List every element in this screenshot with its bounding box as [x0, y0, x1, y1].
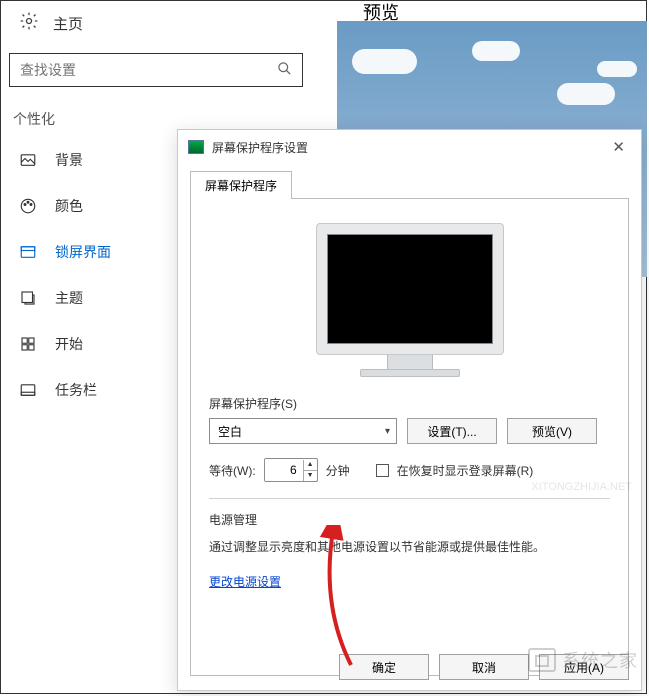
screensaver-label: 屏幕保护程序(S): [209, 395, 610, 412]
tab-screensaver[interactable]: 屏幕保护程序: [190, 171, 292, 199]
palette-icon: [19, 197, 37, 215]
chevron-down-icon: ▾: [385, 426, 390, 437]
divider: [209, 498, 610, 499]
taskbar-icon: [19, 381, 37, 399]
dialog-title: 屏幕保护程序设置: [212, 139, 598, 156]
dialog-titlebar: 屏幕保护程序设置 ✕: [178, 130, 641, 164]
settings-button[interactable]: 设置(T)...: [407, 418, 497, 444]
lockscreen-icon: [19, 243, 37, 261]
app-icon: [188, 140, 204, 154]
monitor-preview: [316, 223, 504, 377]
watermark: 系统之家: [528, 647, 638, 673]
resume-checkbox[interactable]: [376, 464, 389, 477]
wait-unit: 分钟: [326, 462, 350, 479]
watermark-logo-icon: [528, 648, 556, 672]
image-icon: [19, 151, 37, 169]
nav-label: 背景: [55, 150, 83, 170]
home-nav[interactable]: 主页: [1, 1, 311, 45]
nav-label: 开始: [55, 334, 83, 354]
close-button[interactable]: ✕: [606, 138, 631, 156]
cancel-button[interactable]: 取消: [439, 654, 529, 680]
home-label: 主页: [53, 13, 83, 34]
dropdown-value: 空白: [218, 423, 242, 440]
gear-icon: [19, 11, 39, 35]
nav-label: 锁屏界面: [55, 242, 111, 262]
search-icon: [277, 61, 292, 79]
wait-label: 等待(W):: [209, 462, 256, 479]
tab-content: 屏幕保护程序(S) 空白 ▾ 设置(T)... 预览(V) 等待(W): ▲: [190, 198, 629, 676]
screensaver-dropdown[interactable]: 空白 ▾: [209, 418, 397, 444]
resume-label: 在恢复时显示登录屏幕(R): [397, 462, 534, 479]
nav-label: 颜色: [55, 196, 83, 216]
power-settings-link[interactable]: 更改电源设置: [209, 575, 281, 589]
nav-label: 任务栏: [55, 380, 97, 400]
wait-input[interactable]: [265, 459, 303, 481]
nav-label: 主题: [55, 288, 83, 308]
preview-button[interactable]: 预览(V): [507, 418, 597, 444]
ok-button[interactable]: 确定: [339, 654, 429, 680]
watermark-small: XITONGZHIJIA.NET: [531, 481, 632, 493]
spinner-down[interactable]: ▼: [304, 471, 317, 481]
search-box[interactable]: [9, 53, 303, 87]
search-input[interactable]: [20, 62, 277, 78]
spinner-up[interactable]: ▲: [304, 460, 317, 471]
power-description: 通过调整显示亮度和其他电源设置以节省能源或提供最佳性能。: [209, 538, 610, 557]
screensaver-dialog: 屏幕保护程序设置 ✕ 屏幕保护程序 屏幕保护程序(S) 空白: [177, 129, 642, 691]
wait-spinner[interactable]: ▲ ▼: [264, 458, 318, 482]
themes-icon: [19, 289, 37, 307]
watermark-text: 系统之家: [562, 647, 638, 673]
start-icon: [19, 335, 37, 353]
power-section-title: 电源管理: [209, 511, 610, 528]
